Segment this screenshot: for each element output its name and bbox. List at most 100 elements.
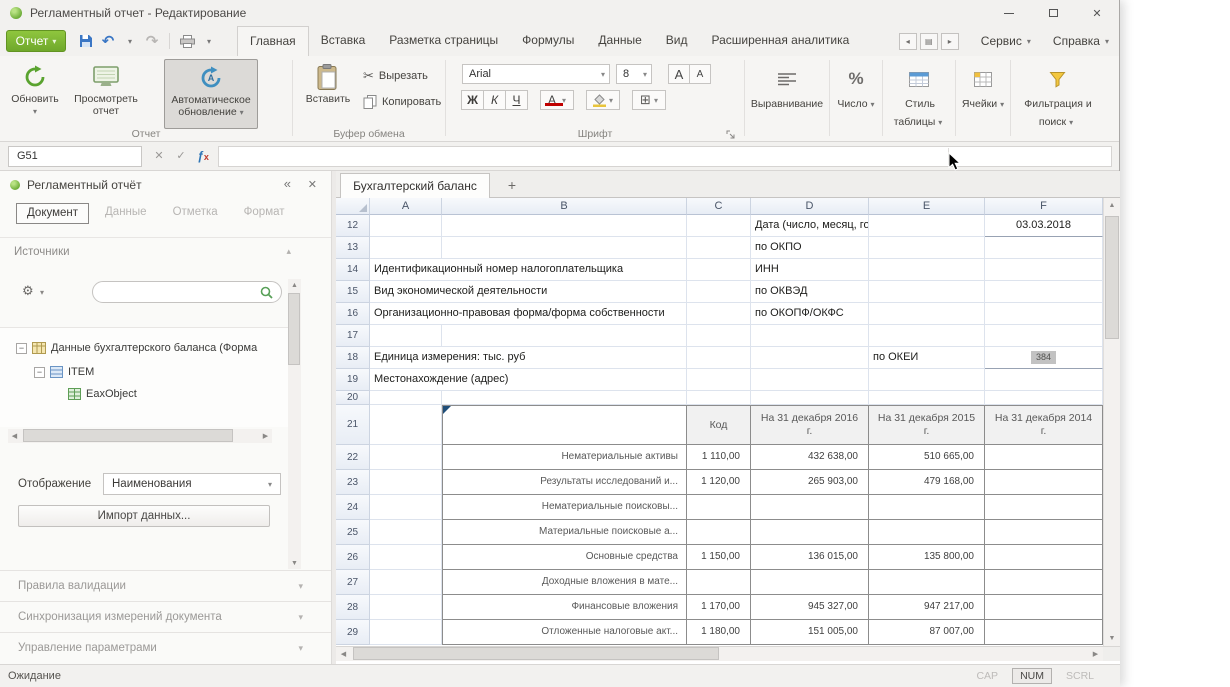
cell-A12[interactable]: [370, 215, 442, 237]
panel-tab-data[interactable]: Данные: [95, 203, 157, 224]
cell-E23[interactable]: 479 168,00: [869, 470, 985, 495]
font-size-select[interactable]: 8 ▾: [616, 64, 652, 84]
cell-B22[interactable]: Нематериальные активы: [442, 445, 687, 470]
cell-E20[interactable]: [869, 391, 985, 405]
minimize-button[interactable]: [987, 0, 1031, 26]
cell-F25[interactable]: [985, 520, 1103, 545]
section-sync-dimensions[interactable]: Синхронизация измерений документа ▾: [0, 601, 331, 632]
cell-A16[interactable]: Организационно-правовая форма/форма собс…: [370, 303, 687, 325]
cell-E21[interactable]: На 31 декабря 2015 г.: [869, 405, 985, 445]
row-header-22[interactable]: 22: [336, 445, 370, 470]
cell-E22[interactable]: 510 665,00: [869, 445, 985, 470]
tab-insert[interactable]: Вставка: [309, 26, 378, 56]
row-header-25[interactable]: 25: [336, 520, 370, 545]
scroll-down-icon[interactable]: ▼: [1104, 631, 1120, 646]
row-header-20[interactable]: 20: [336, 391, 370, 405]
cell-F20[interactable]: [985, 391, 1103, 405]
service-menu[interactable]: Сервис ▾: [981, 34, 1031, 48]
cell-F17[interactable]: [985, 325, 1103, 347]
cell-C18[interactable]: [687, 347, 751, 369]
maximize-button[interactable]: [1031, 0, 1075, 26]
cell-E16[interactable]: [869, 303, 985, 325]
cell-name-box[interactable]: G51: [8, 146, 142, 167]
cell-E29[interactable]: 87 007,00: [869, 620, 985, 645]
cell-C24[interactable]: [687, 495, 751, 520]
col-header-D[interactable]: D: [751, 198, 869, 215]
cell-E25[interactable]: [869, 520, 985, 545]
shrink-font-button[interactable]: А: [689, 64, 711, 84]
bold-button[interactable]: Ж: [461, 90, 484, 110]
underline-button[interactable]: Ч: [505, 90, 528, 110]
cell-A24[interactable]: [370, 495, 442, 520]
cell-D17[interactable]: [751, 325, 869, 347]
col-header-B[interactable]: B: [442, 198, 687, 215]
cell-F27[interactable]: [985, 570, 1103, 595]
cell-B28[interactable]: Финансовые вложения: [442, 595, 687, 620]
number-format-button[interactable]: % Число ▾: [830, 58, 882, 139]
copy-button[interactable]: Копировать: [363, 92, 441, 112]
cell-C27[interactable]: [687, 570, 751, 595]
scroll-down-icon[interactable]: ▼: [288, 557, 301, 569]
cell-F29[interactable]: [985, 620, 1103, 645]
cell-A27[interactable]: [370, 570, 442, 595]
italic-button[interactable]: К: [483, 90, 506, 110]
chevron-down-icon[interactable]: ▾: [40, 288, 44, 297]
sheet-horizontal-scrollbar[interactable]: ◀ ▶: [336, 646, 1103, 661]
borders-button[interactable]: ⊞ ▾: [632, 90, 666, 110]
cell-E12[interactable]: [869, 215, 985, 237]
cell-F19[interactable]: [985, 369, 1103, 391]
tab-formulas[interactable]: Формулы: [510, 26, 586, 56]
formula-input[interactable]: [218, 146, 1112, 167]
scroll-up-icon[interactable]: ▲: [288, 279, 301, 291]
cell-D24[interactable]: [751, 495, 869, 520]
cell-B26[interactable]: Основные средства: [442, 545, 687, 570]
cell-F15[interactable]: [985, 281, 1103, 303]
cell-F18[interactable]: 384: [985, 347, 1103, 369]
undo-button[interactable]: ↶: [98, 30, 118, 52]
cell-C16[interactable]: [687, 303, 751, 325]
cell-C25[interactable]: [687, 520, 751, 545]
sources-section-header[interactable]: Источники ▴: [0, 237, 331, 265]
cell-D25[interactable]: [751, 520, 869, 545]
cell-D22[interactable]: 432 638,00: [751, 445, 869, 470]
collapse-section-icon[interactable]: ▴: [286, 246, 291, 257]
cell-C12[interactable]: [687, 215, 751, 237]
row-header-15[interactable]: 15: [336, 281, 370, 303]
row-header-14[interactable]: 14: [336, 259, 370, 281]
cell-F22[interactable]: [985, 445, 1103, 470]
tree-expander-icon[interactable]: −: [34, 367, 45, 378]
cell-B12[interactable]: [442, 215, 687, 237]
paste-button[interactable]: Вставить: [301, 59, 355, 129]
cell-D29[interactable]: 151 005,00: [751, 620, 869, 645]
scroll-right-icon[interactable]: ▶: [1088, 647, 1103, 661]
sheet-vertical-scrollbar[interactable]: ▲ ▼: [1103, 198, 1120, 646]
tab-view[interactable]: Вид: [654, 26, 700, 56]
tree-item-item[interactable]: − ITEM: [34, 364, 284, 380]
cell-D13[interactable]: по ОКПО: [751, 237, 869, 259]
cells-button[interactable]: Ячейки ▾: [956, 58, 1010, 139]
cell-D23[interactable]: 265 903,00: [751, 470, 869, 495]
cell-B27[interactable]: Доходные вложения в мате...: [442, 570, 687, 595]
cell-E18[interactable]: по ОКЕИ: [869, 347, 985, 369]
close-panel-icon[interactable]: ✕: [308, 178, 317, 191]
cell-D16[interactable]: по ОКОПФ/ОКФС: [751, 303, 869, 325]
cell-D19[interactable]: [751, 369, 869, 391]
row-header-26[interactable]: 26: [336, 545, 370, 570]
cell-B20[interactable]: [442, 391, 687, 405]
row-header-16[interactable]: 16: [336, 303, 370, 325]
cell-E14[interactable]: [869, 259, 985, 281]
cell-F16[interactable]: [985, 303, 1103, 325]
panel-tab-mark[interactable]: Отметка: [163, 203, 228, 224]
gear-icon[interactable]: ⚙: [22, 283, 34, 299]
cell-A14[interactable]: Идентификационный номер налогоплательщик…: [370, 259, 687, 281]
cell-A18[interactable]: Единица измерения: тыс. руб: [370, 347, 687, 369]
report-menu-button[interactable]: Отчет ▾: [6, 30, 66, 52]
cell-F21[interactable]: На 31 декабря 2014 г.: [985, 405, 1103, 445]
cut-button[interactable]: ✂ Вырезать: [363, 66, 428, 86]
tree-expander-icon[interactable]: −: [16, 343, 27, 354]
cell-D27[interactable]: [751, 570, 869, 595]
section-validation-rules[interactable]: Правила валидации ▾: [0, 570, 331, 601]
cell-E19[interactable]: [869, 369, 985, 391]
panel-tab-document[interactable]: Документ: [16, 203, 89, 224]
print-menu-caret-icon[interactable]: ▾: [199, 30, 219, 52]
